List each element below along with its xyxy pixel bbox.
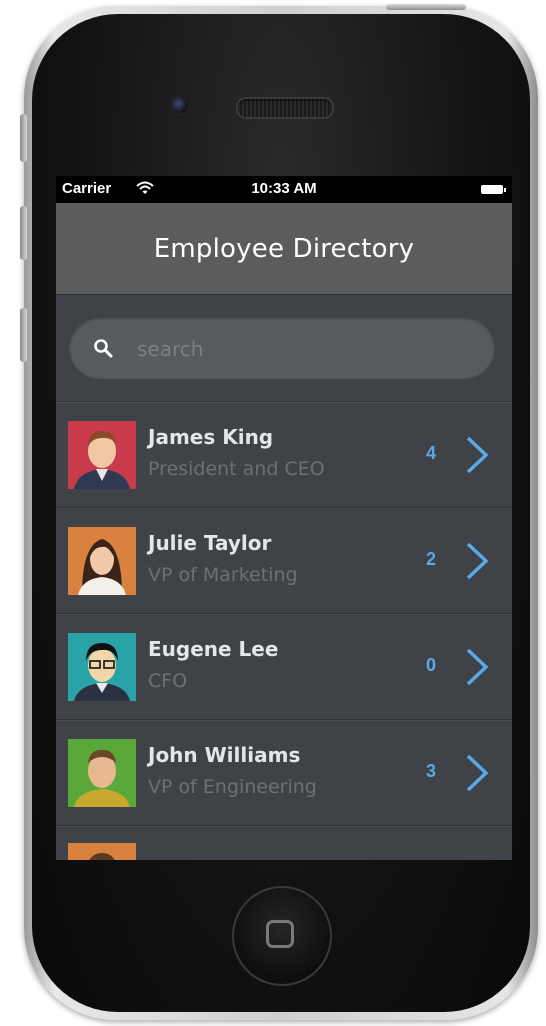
status-bar: Carrier 10:33 AM [56,176,512,203]
chevron-right-icon [466,754,489,792]
avatar [68,633,136,701]
report-count: 2 [426,549,437,569]
page-title: Employee Directory [153,233,415,264]
front-camera [170,95,190,115]
employee-name: John Williams [148,743,301,767]
search-icon [94,339,113,358]
app-screen: Carrier 10:33 AM Employee Directory sear… [56,176,512,860]
search-input[interactable] [135,331,479,367]
employee-row-julie-taylor[interactable]: Julie Taylor VP of Marketing 2 [56,508,512,614]
report-count: 4 [426,443,437,463]
avatar [68,421,136,489]
home-button-icon [266,920,294,948]
employee-row-john-williams[interactable]: John Williams VP of Engineering 3 [56,720,512,826]
employee-name: Eugene Lee [148,637,279,661]
volume-up-button [20,206,27,260]
employee-row-partial[interactable] [56,826,512,860]
chevron-right-icon [466,648,489,686]
earpiece-speaker [236,97,334,119]
battery-icon [481,185,506,194]
home-button[interactable] [232,886,332,986]
avatar [68,527,136,595]
power-button [386,4,466,10]
navigation-bar: Employee Directory [56,203,512,295]
chevron-right-icon [466,436,489,474]
employee-title: President and CEO [148,458,325,480]
avatar [68,843,136,860]
mute-switch [20,114,27,162]
employee-row-eugene-lee[interactable]: Eugene Lee CFO 0 [56,614,512,720]
employee-title: VP of Marketing [148,564,298,586]
avatar [68,739,136,807]
employee-name: Julie Taylor [148,531,272,555]
search-bar [56,295,512,402]
status-time: 10:33 AM [251,180,317,197]
report-count: 3 [426,761,437,781]
employee-title: VP of Engineering [148,776,317,798]
employee-name: James King [148,425,274,449]
employee-list: James King President and CEO 4 Julie Tay… [56,402,512,860]
search-field[interactable] [69,317,495,379]
chevron-right-icon [466,542,489,580]
volume-down-button [20,308,27,362]
employee-row-james-king[interactable]: James King President and CEO 4 [56,402,512,508]
report-count: 0 [426,655,437,675]
employee-title: CFO [148,670,188,692]
